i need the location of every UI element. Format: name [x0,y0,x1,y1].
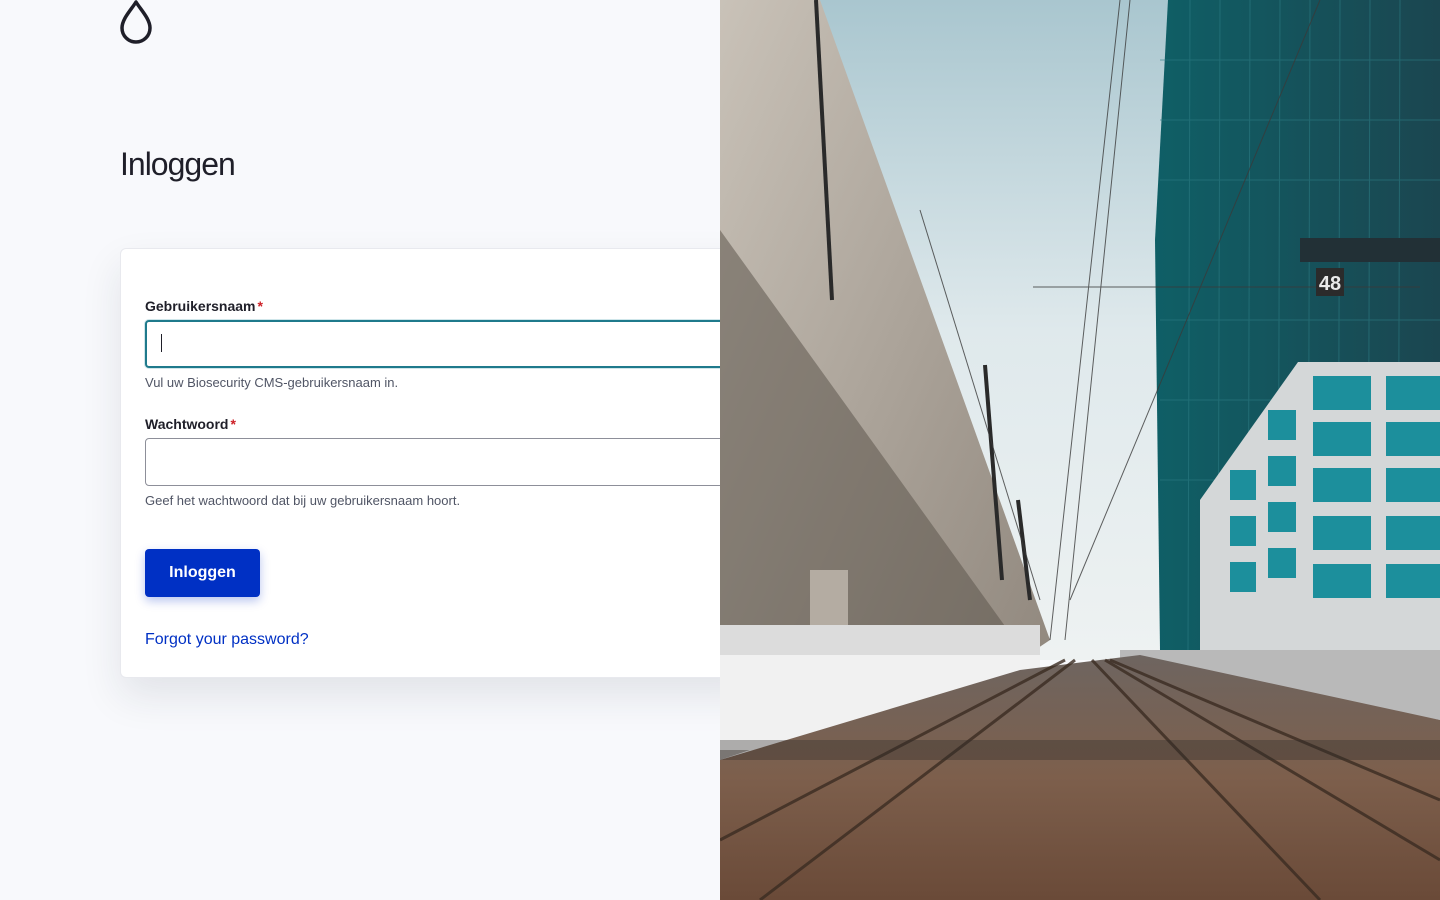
password-label-text: Wachtwoord [145,416,229,432]
text-caret [161,334,162,352]
password-input[interactable] [145,438,765,486]
login-form: Gebruikersnaam * Vul uw Biosecurity CMS-g… [120,248,765,678]
password-label: Wachtwoord * [145,416,236,432]
building-sign-number: 48 [1319,273,1341,295]
page-title: Inloggen [120,146,236,182]
forgot-password-link[interactable]: Forgot your password? [145,631,309,649]
required-marker: * [230,416,236,432]
login-button[interactable]: Inloggen [145,549,260,597]
password-help-text: Geef het wachtwoord dat bij uw gebruiker… [145,493,461,508]
username-input[interactable] [145,320,765,368]
username-help-text: Vul uw Biosecurity CMS-gebruikersnaam in… [145,375,399,390]
city-bridge-photo: 48 [720,0,1440,900]
droplet-logo-icon[interactable] [119,0,153,44]
login-page: Inloggen Gebruikersnaam * Vul uw Biosecur… [0,0,1440,900]
hero-image: 48 [720,0,1440,900]
username-label: Gebruikersnaam * [145,298,263,314]
required-marker: * [257,298,263,314]
username-label-text: Gebruikersnaam [145,298,256,314]
login-panel: Inloggen Gebruikersnaam * Vul uw Biosecur… [0,0,765,900]
